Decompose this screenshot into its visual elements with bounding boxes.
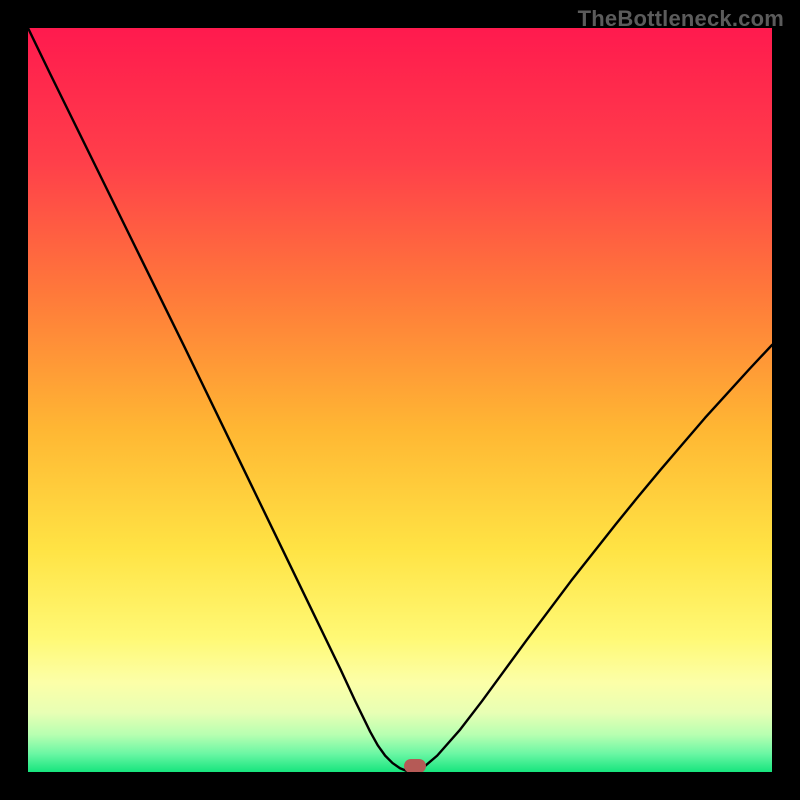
watermark-text: TheBottleneck.com [578,6,784,32]
bottleneck-curve [28,28,772,772]
chart-frame: TheBottleneck.com [0,0,800,800]
plot-area [28,28,772,772]
optimal-marker [404,759,426,772]
